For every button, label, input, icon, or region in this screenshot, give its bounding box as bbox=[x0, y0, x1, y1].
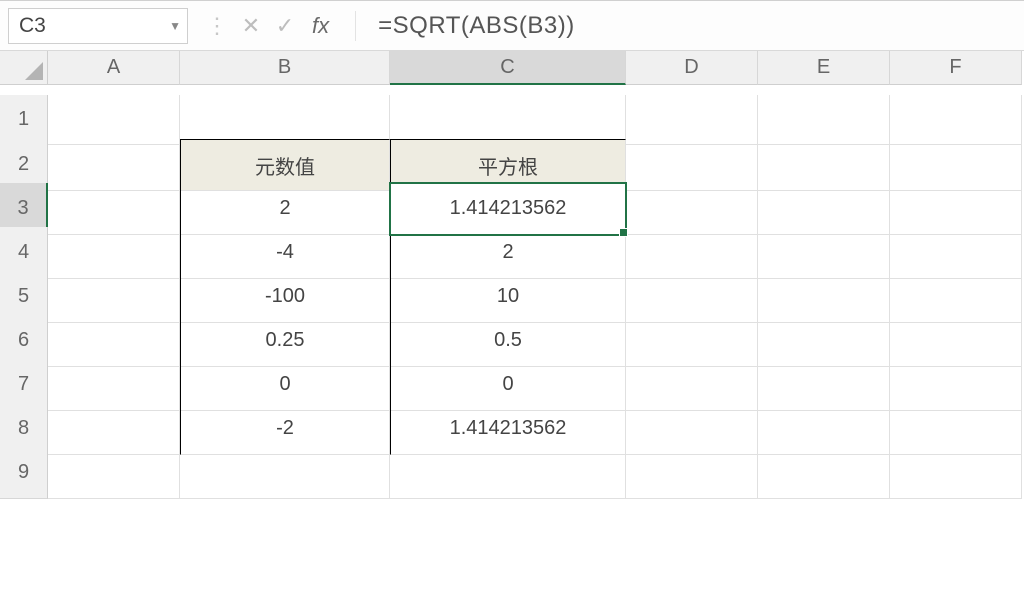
dots-icon: ⋮ bbox=[206, 13, 228, 39]
cell-A9[interactable] bbox=[48, 447, 180, 499]
separator bbox=[355, 11, 356, 41]
cell-B1[interactable] bbox=[180, 95, 390, 145]
formula-input[interactable]: =SQRT(ABS(B3)) bbox=[360, 12, 1024, 40]
name-box-value: C3 bbox=[19, 14, 46, 38]
cell-D9[interactable] bbox=[626, 447, 758, 499]
col-header-A[interactable]: A bbox=[48, 51, 180, 85]
select-all-corner[interactable] bbox=[0, 51, 48, 85]
excel-window: C3 ▼ ⋮ ✕ ✓ fx =SQRT(ABS(B3)) A B C D E F… bbox=[0, 0, 1024, 591]
row-header-1[interactable]: 1 bbox=[0, 95, 48, 145]
col-header-D[interactable]: D bbox=[626, 51, 758, 85]
formula-bar: C3 ▼ ⋮ ✕ ✓ fx =SQRT(ABS(B3)) bbox=[0, 1, 1024, 51]
cell-F9[interactable] bbox=[890, 447, 1022, 499]
chevron-down-icon[interactable]: ▼ bbox=[169, 19, 181, 33]
fx-icon[interactable]: fx bbox=[312, 13, 329, 39]
cell-C9[interactable] bbox=[390, 447, 626, 499]
col-header-B[interactable]: B bbox=[180, 51, 390, 85]
col-header-E[interactable]: E bbox=[758, 51, 890, 85]
formula-bar-buttons: ⋮ ✕ ✓ fx bbox=[200, 13, 339, 39]
name-box[interactable]: C3 ▼ bbox=[8, 8, 188, 44]
cell-D1[interactable] bbox=[626, 95, 758, 145]
col-header-C[interactable]: C bbox=[390, 51, 626, 85]
cell-A1[interactable] bbox=[48, 95, 180, 145]
col-header-F[interactable]: F bbox=[890, 51, 1022, 85]
enter-icon[interactable]: ✓ bbox=[268, 13, 302, 39]
cell-C3[interactable]: 1.414213562 bbox=[390, 183, 626, 235]
spreadsheet-grid[interactable]: A B C D E F 1 2 元数值 平方根 3 2 1.414213562 … bbox=[0, 51, 1024, 491]
row-header-9[interactable]: 9 bbox=[0, 447, 48, 499]
cell-F1[interactable] bbox=[890, 95, 1022, 145]
cell-E9[interactable] bbox=[758, 447, 890, 499]
cell-C1[interactable] bbox=[390, 95, 626, 145]
cell-E1[interactable] bbox=[758, 95, 890, 145]
cancel-icon[interactable]: ✕ bbox=[234, 13, 268, 39]
cell-B9[interactable] bbox=[180, 447, 390, 499]
